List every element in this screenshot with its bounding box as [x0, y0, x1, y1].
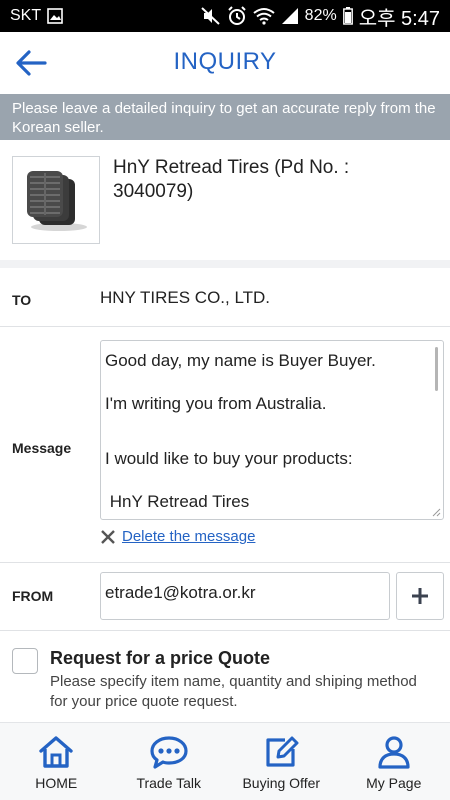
price-quote-description: Please specify item name, quantity and s… — [50, 673, 417, 710]
price-quote-title[interactable]: Request for a price Quote — [50, 648, 270, 669]
battery-icon — [342, 7, 353, 25]
tab-label: Trade Talk — [136, 775, 202, 791]
from-email-field[interactable]: etrade1@kotra.or.kr — [100, 572, 390, 620]
tires-image — [27, 171, 87, 231]
clock: 오후 5:47 — [358, 7, 440, 30]
home-icon — [39, 736, 73, 768]
message-textarea[interactable]: Good day, my name is Buyer Buyer. I'm wr… — [100, 340, 444, 520]
resize-grip-icon[interactable] — [432, 508, 441, 517]
tab-label: My Page — [366, 775, 422, 791]
arrow-left-icon — [16, 50, 47, 76]
wifi-icon — [253, 7, 275, 25]
delete-message-link[interactable]: Delete the message — [122, 528, 255, 545]
textarea-scrollbar[interactable] — [435, 347, 438, 391]
status-bar: SKT 82% 오후 5:47 — [0, 0, 450, 32]
chat-icon — [150, 736, 188, 769]
close-icon[interactable] — [100, 529, 116, 545]
product-name: HnY Retread Tires (Pd No. : 3040079) — [113, 157, 350, 202]
row-divider — [0, 630, 450, 631]
message-line: HnY Retread Tires — [105, 492, 250, 511]
tab-label: HOME — [35, 775, 78, 791]
row-divider — [0, 562, 450, 563]
tab-buying-offer[interactable]: Buying Offer — [225, 723, 338, 800]
notice-banner: Please leave a detailed inquiry to get a… — [0, 94, 450, 140]
message-line: I would like to buy your products: — [105, 449, 353, 468]
gallery-icon — [47, 8, 63, 24]
signal-icon — [281, 7, 299, 25]
back-button[interactable] — [14, 46, 48, 80]
tab-trade-talk[interactable]: Trade Talk — [113, 723, 226, 800]
to-label: TO — [12, 292, 32, 308]
edit-icon — [266, 736, 299, 767]
message-line: Good day, my name is Buyer Buyer. — [105, 351, 376, 370]
carrier-label: SKT — [10, 7, 42, 24]
bottom-tab-bar: HOME Trade Talk Buying Offer My Page — [0, 722, 450, 800]
app-header: INQUIRY — [0, 32, 450, 92]
section-divider — [0, 260, 450, 268]
message-label: Message — [12, 440, 72, 456]
add-email-button[interactable] — [396, 572, 444, 620]
product-summary: HnY Retread Tires (Pd No. : 3040079) — [0, 140, 450, 260]
page-title: INQUIRY — [173, 48, 277, 75]
battery-label: 82% — [304, 7, 337, 24]
from-label: FROM — [12, 588, 54, 604]
tab-label: Buying Offer — [242, 775, 321, 791]
product-thumbnail — [12, 156, 100, 244]
delete-message-row[interactable]: Delete the message — [100, 528, 255, 545]
tab-my-page[interactable]: My Page — [338, 723, 450, 800]
user-icon — [378, 736, 410, 769]
price-quote-checkbox[interactable] — [12, 648, 38, 674]
to-value: HNY TIRES CO., LTD. — [100, 288, 271, 307]
tab-home[interactable]: HOME — [0, 723, 113, 800]
row-divider — [0, 326, 450, 327]
plus-icon — [412, 588, 428, 604]
alarm-icon — [227, 6, 247, 26]
mute-icon — [200, 7, 221, 25]
price-quote-option: Request for a price Quote Please specify… — [0, 638, 450, 722]
message-line: I'm writing you from Australia. — [105, 394, 327, 413]
